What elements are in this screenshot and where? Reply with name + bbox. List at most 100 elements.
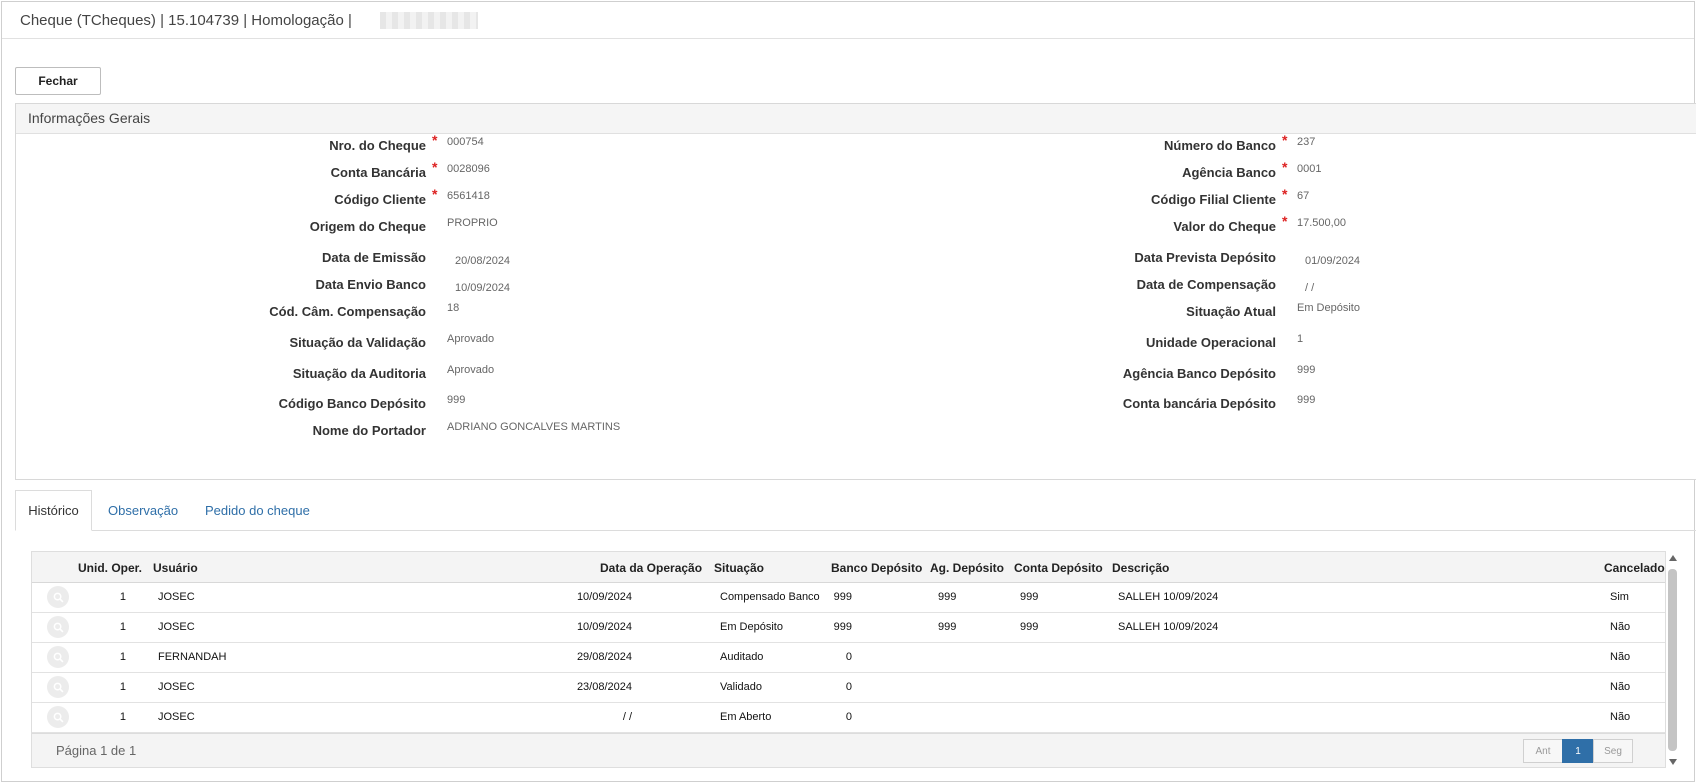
field-label: Número do Banco [1164, 138, 1276, 153]
field-label: Nro. do Cheque [329, 138, 426, 153]
table-cell-descricao: SALLEH 10/09/2024 [1118, 591, 1219, 603]
column-header[interactable]: Cancelado [1604, 561, 1665, 575]
field-label: Origem do Cheque [309, 219, 426, 234]
field-label: Valor do Cheque [1173, 219, 1276, 234]
scroll-thumb[interactable] [1668, 569, 1677, 751]
table-cell-unid: 1 [119, 621, 126, 633]
table-cell-cancelado: Não [1610, 711, 1631, 723]
column-header[interactable]: Banco Depósito [831, 561, 922, 575]
table-cell-cancelado: Sim [1610, 591, 1629, 603]
redacted-environment-name [380, 12, 478, 29]
table-row[interactable]: 1 JOSEC 10/09/2024 Em Depósito 999 999 999 SALL… [32, 612, 1665, 643]
table-row[interactable]: 1 JOSEC 23/08/2024 Validado 0 Não [32, 672, 1665, 703]
table-cell-usuario: FERNANDAH [158, 651, 227, 663]
required-asterisk-icon: * [1282, 159, 1288, 175]
tab-observacao[interactable]: Observação [108, 490, 178, 530]
table-cell-conta: 999 [1020, 591, 1039, 603]
table-cell-unid: 1 [119, 651, 126, 663]
field-value: Em Depósito [1297, 302, 1360, 314]
field-value: 01/09/2024 [1305, 255, 1361, 267]
history-grid: Unid. Oper. Usuário Data da Operação Sit… [31, 551, 1666, 768]
column-header[interactable]: Unid. Oper. [78, 561, 142, 575]
field-label: Data de Compensação [1136, 277, 1276, 292]
column-header[interactable]: Conta Depósito [1014, 561, 1103, 575]
field-value: 17.500,00 [1297, 217, 1346, 229]
vertical-scrollbar[interactable] [1666, 555, 1680, 765]
field-label: Código Filial Cliente [1151, 192, 1276, 207]
field-label: Data Envio Banco [315, 277, 426, 292]
general-info-panel: Informações Gerais [15, 103, 1696, 480]
field-value: 1 [1297, 333, 1304, 345]
field-value: 6561418 [447, 190, 490, 202]
field-label: Conta Bancária [330, 165, 426, 180]
table-cell-banco: 999 [833, 591, 852, 603]
field-label: Cód. Câm. Compensação [269, 304, 426, 319]
field-label: Código Cliente [334, 192, 426, 207]
field-label: Agência Banco Depósito [1122, 366, 1276, 381]
field-value: 18 [447, 302, 460, 314]
table-cell-data: 10/09/2024 [576, 591, 632, 603]
column-header[interactable]: Data da Operação [600, 561, 702, 575]
window-title: Cheque (TCheques) | 15.104739 | Homologa… [20, 12, 352, 29]
pager-next-button[interactable]: Seg [1593, 739, 1633, 763]
table-cell-banco: 0 [845, 681, 852, 693]
table-cell-data: 29/08/2024 [576, 651, 632, 663]
field-value: 999 [1297, 364, 1316, 376]
table-cell-unid: 1 [119, 681, 126, 693]
table-cell-data: 23/08/2024 [576, 681, 632, 693]
search-icon[interactable] [47, 646, 69, 668]
field-label: Situação da Validação [289, 335, 426, 350]
field-value: PROPRIO [447, 217, 498, 229]
field-value: 20/08/2024 [455, 255, 511, 267]
field-value: 10/09/2024 [455, 282, 511, 294]
field-label: Situação da Auditoria [292, 366, 426, 381]
table-cell-unid: 1 [119, 591, 126, 603]
column-header[interactable]: Usuário [153, 561, 198, 575]
search-icon[interactable] [47, 676, 69, 698]
pager-current-page[interactable]: 1 [1562, 739, 1594, 763]
table-cell-cancelado: Não [1610, 681, 1631, 693]
field-value: Aprovado [447, 333, 495, 345]
column-header[interactable]: Ag. Depósito [930, 561, 1004, 575]
scroll-down-icon[interactable] [1669, 759, 1677, 765]
table-cell-ag: 999 [938, 621, 957, 633]
panel-title: Informações Gerais [28, 110, 151, 126]
search-icon[interactable] [47, 586, 69, 608]
field-label: Código Banco Depósito [278, 396, 426, 411]
table-cell-usuario: JOSEC [158, 591, 195, 603]
field-value: ADRIANO GONCALVES MARTINS [447, 421, 621, 433]
search-icon[interactable] [47, 616, 69, 638]
field-value: 237 [1297, 136, 1316, 148]
required-asterisk-icon: * [432, 159, 438, 175]
grid-footer: Página 1 de 1 Ant 1 Seg [32, 733, 1665, 767]
table-cell-descricao: SALLEH 10/09/2024 [1118, 621, 1219, 633]
field-label: Conta bancária Depósito [1122, 396, 1276, 411]
table-row[interactable]: 1 JOSEC 10/09/2024 Compensado Banco 999 999 99… [32, 582, 1665, 613]
tab-historico[interactable]: Histórico [15, 490, 92, 531]
field-label: Agência Banco [1182, 165, 1276, 180]
grid-header: Unid. Oper. Usuário Data da Operação Sit… [32, 552, 1665, 583]
title-bar: Cheque (TCheques) | 15.104739 | Homologa… [2, 2, 1694, 39]
required-asterisk-icon: * [432, 186, 438, 202]
pager-prev-button[interactable]: Ant [1523, 739, 1563, 763]
table-cell-banco: 999 [833, 621, 852, 633]
table-cell-data: 10/09/2024 [576, 621, 632, 633]
field-value: 000754 [447, 136, 484, 148]
search-icon[interactable] [47, 706, 69, 728]
table-row[interactable]: 1 FERNANDAH 29/08/2024 Auditado 0 Não [32, 642, 1665, 673]
field-value: / / [1305, 282, 1315, 294]
table-row[interactable]: 1 JOSEC / / Em Aberto 0 Não [32, 702, 1665, 733]
scroll-up-icon[interactable] [1669, 555, 1677, 561]
close-button[interactable]: Fechar [15, 67, 101, 95]
field-value: 0001 [1297, 163, 1322, 175]
tab-pedido-do-cheque[interactable]: Pedido do cheque [205, 490, 310, 530]
panel-header: Informações Gerais [16, 104, 1696, 134]
field-label: Unidade Operacional [1145, 335, 1276, 350]
table-cell-conta: 999 [1020, 621, 1039, 633]
required-asterisk-icon: * [432, 132, 438, 148]
column-header[interactable]: Situação [714, 561, 764, 575]
table-cell-banco: 0 [845, 651, 852, 663]
column-header[interactable]: Descrição [1112, 561, 1169, 575]
field-value: 0028096 [447, 163, 490, 175]
field-value: 999 [447, 394, 466, 406]
